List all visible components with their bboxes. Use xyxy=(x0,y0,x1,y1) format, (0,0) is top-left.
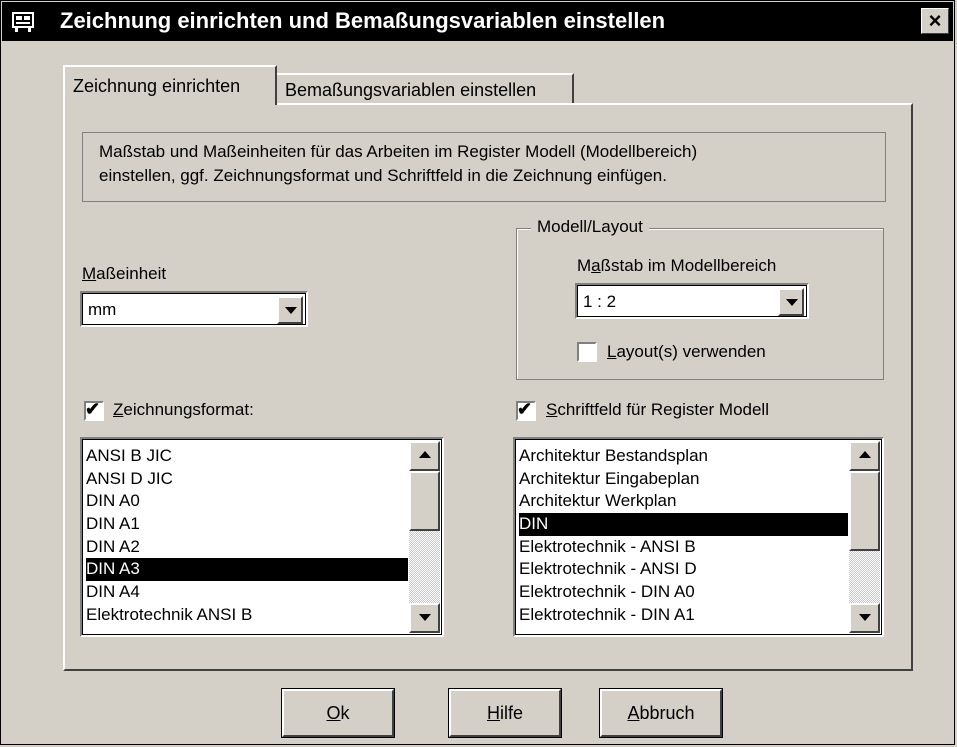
tab-panel xyxy=(63,103,913,671)
tab-zeichnung-einrichten[interactable]: Zeichnung einrichten xyxy=(63,65,277,105)
accel-key: H xyxy=(486,703,500,723)
tab-bemassungsvariablen[interactable]: Bemaßungsvariablen einstellen xyxy=(277,73,574,105)
accel-key: O xyxy=(326,703,341,723)
cancel-label: bbruch xyxy=(639,703,695,723)
title-bar: Zeichnung einrichten und Bemaßungsvariab… xyxy=(2,2,953,41)
close-icon: × xyxy=(928,8,942,33)
app-icon xyxy=(12,12,34,32)
tab-label: Bemaßungsvariablen einstellen xyxy=(285,80,537,100)
help-button[interactable]: Hilfe xyxy=(448,688,562,738)
ok-button[interactable]: Ok xyxy=(281,688,395,738)
close-button[interactable]: × xyxy=(921,8,949,34)
window-title: Zeichnung einrichten und Bemaßungsvariab… xyxy=(60,8,666,33)
help-label: ilfe xyxy=(499,703,523,723)
dialog-window: Zeichnung einrichten und Bemaßungsvariab… xyxy=(0,0,955,745)
accel-key: A xyxy=(627,703,640,723)
tab-label: Zeichnung einrichten xyxy=(73,76,241,96)
ok-label: k xyxy=(340,703,350,723)
cancel-button[interactable]: Abbruch xyxy=(599,688,723,738)
